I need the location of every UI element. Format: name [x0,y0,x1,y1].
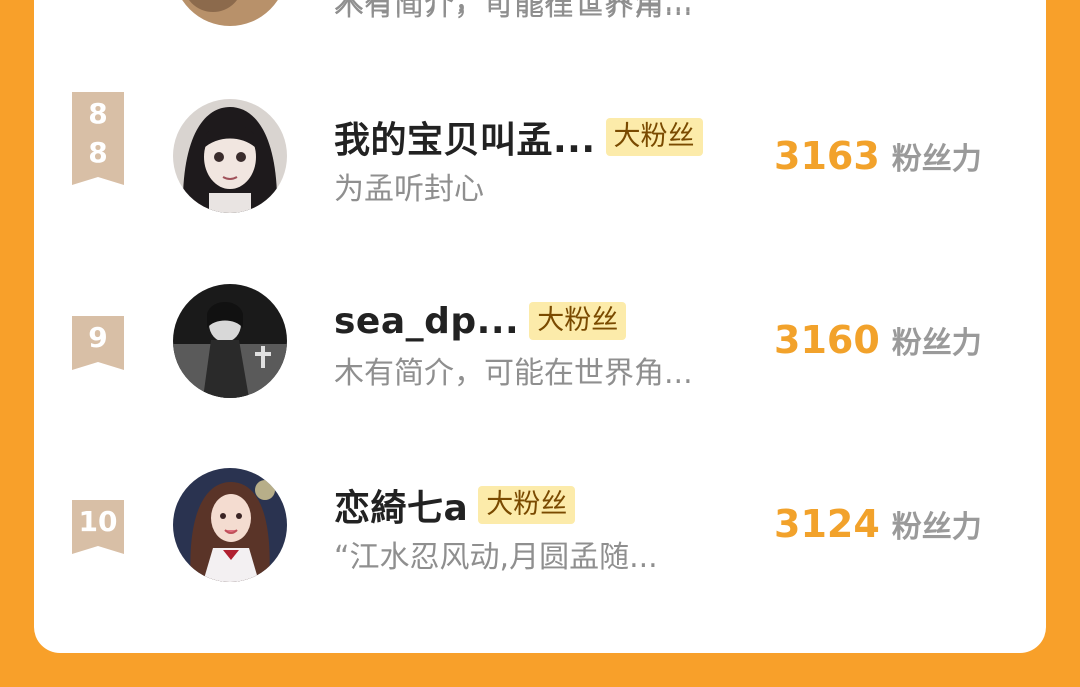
avatar[interactable] [173,468,287,582]
user-name-row: sea_dp... 大粉丝 [334,299,627,343]
fan-power-score: 3124 粉丝力 [774,502,982,548]
rows-layer: 木有简介，可能在世界角... 8 我的宝贝叫孟... 大粉丝 为孟听封心 316… [34,0,1046,687]
fan-power-unit: 粉丝力 [891,510,982,545]
fan-power-value: 3160 [774,318,880,362]
rank-number: 9 [88,321,108,354]
user-name[interactable]: sea_dp... [334,301,519,342]
rank-ribbon: 10 [72,500,124,554]
fan-power-score: 3163 粉丝力 [774,134,982,180]
user-name-row: 恋綺七a 大粉丝 [334,483,576,529]
fan-power-unit: 粉丝力 [891,142,982,177]
user-name[interactable]: 恋綺七a [334,479,468,531]
user-name-row: 我的宝贝叫孟... 大粉丝 [334,115,703,161]
user-bio: 木有简介，可能在世界角... [334,356,693,391]
rank-ribbon: 9 [72,316,124,370]
rank-number: 10 [78,505,118,538]
user-bio: 木有简介，可能在世界角... [334,0,693,23]
avatar[interactable] [173,284,287,398]
fan-level-badge: 大粉丝 [529,302,627,340]
fan-power-value: 3163 [774,134,880,178]
user-bio: “江水忍风动,月圆孟随... [334,540,658,575]
fan-power-value: 3124 [774,502,880,546]
user-name[interactable]: 我的宝贝叫孟... [334,111,596,163]
rank-ribbon: 8 [72,131,124,185]
fan-level-badge: 大粉丝 [478,486,576,524]
fan-power-score: 3160 粉丝力 [774,318,982,364]
user-bio: 为孟听封心 [334,172,484,207]
rank-number: 8 [88,136,108,169]
fan-power-unit: 粉丝力 [891,326,982,361]
fan-level-badge: 大粉丝 [605,118,703,156]
